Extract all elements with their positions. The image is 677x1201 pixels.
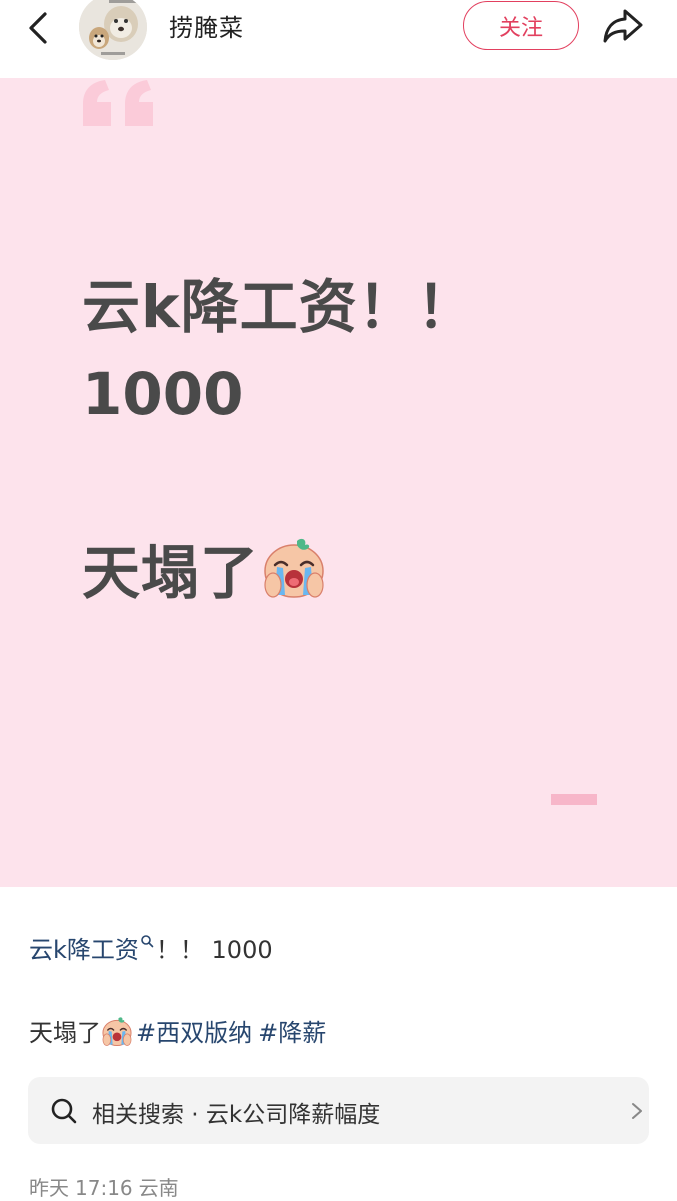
share-icon [603,9,643,43]
related-search-bar[interactable]: 相关搜索 · 云k公司降薪幅度 [28,1077,649,1144]
quote-mark-icon [83,80,153,126]
post-date: 昨天 [29,1176,69,1200]
post-description: 天塌了 #西双版纳 #降薪 [29,1013,332,1048]
title-search-link[interactable]: 云k降工资 [29,936,139,964]
post-title: 云k降工资 ！！ 1000 [29,930,273,965]
back-button[interactable] [16,6,60,50]
related-search-label: 相关搜索 · 云k公司降薪幅度 [92,1102,381,1128]
desc-text: 天塌了 [29,1019,101,1047]
card-line-3: 天塌了 [82,535,327,602]
card-line-1: 云k降工资！！ [82,273,476,341]
avatar-image [79,0,147,60]
post-meta: 昨天 17:16 云南 [29,1172,185,1201]
crying-face-emoji [264,538,324,598]
search-icon [51,1098,77,1124]
chevron-right-icon [632,1103,642,1119]
search-icon[interactable] [140,934,154,948]
top-bar: 捞腌菜 关注 [0,0,677,78]
follow-button[interactable]: 关注 [463,1,579,50]
crying-face-emoji [102,1017,132,1047]
post-image-card[interactable]: 云k降工资！！ 1000 天塌了 [0,78,677,887]
hashtag-xishuangbanna[interactable]: #西双版纳 [136,1019,252,1047]
card-line-3-text: 天塌了 [82,539,260,607]
share-button[interactable] [598,4,648,48]
follow-button-label: 关注 [498,15,543,41]
post-time: 17:16 [75,1176,133,1200]
card-decoration-bar [551,794,597,805]
back-arrow-icon [29,12,47,44]
title-rest: ！！ 1000 [155,936,273,964]
author-name[interactable]: 捞腌菜 [169,8,244,43]
card-line-2: 1000 [82,360,244,428]
hashtag-salary-cut[interactable]: #降薪 [258,1019,326,1047]
post-location: 云南 [138,1176,179,1200]
author-avatar[interactable] [79,0,147,60]
